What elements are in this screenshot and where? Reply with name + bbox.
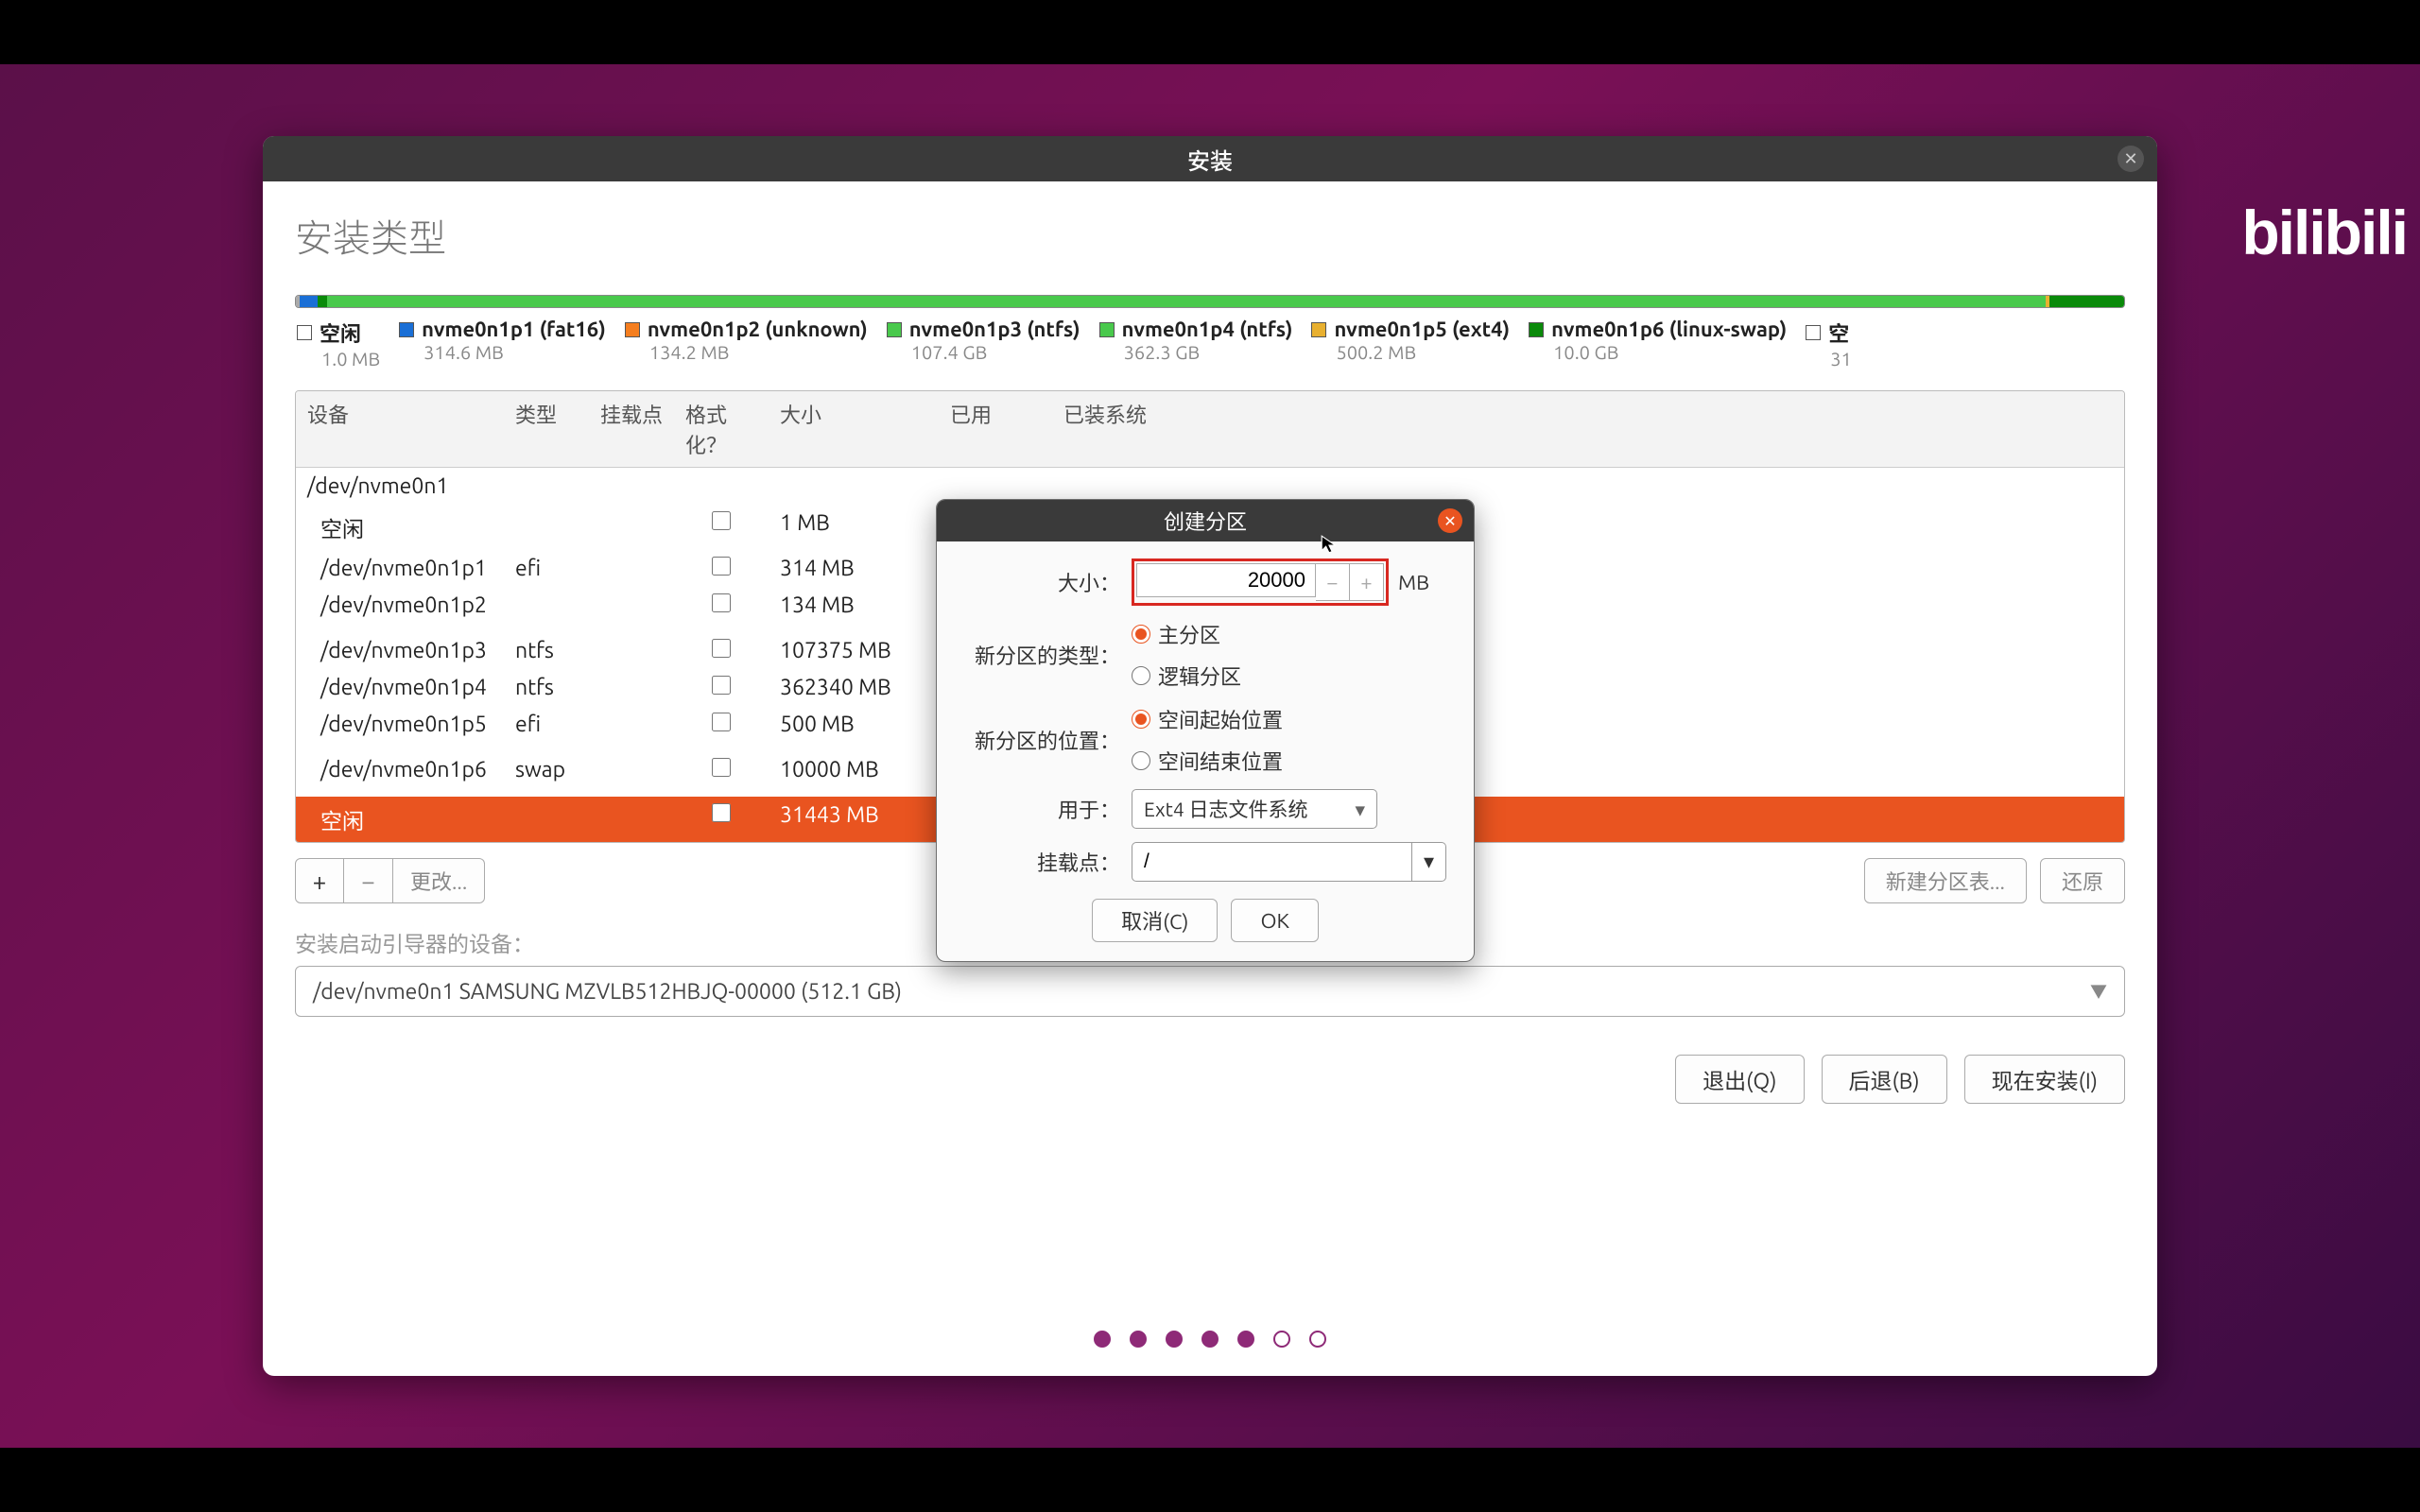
new-partition-table-button[interactable]: 新建分区表...: [1864, 858, 2027, 903]
chevron-down-icon: ▾: [1424, 850, 1434, 874]
format-checkbox[interactable]: [712, 803, 731, 822]
use-as-label: 用于：: [959, 794, 1120, 824]
radio-loc-begin-label: 空间起始位置: [1158, 704, 1283, 734]
format-checkbox[interactable]: [712, 676, 731, 695]
size-decrement-button[interactable]: −: [1316, 563, 1350, 601]
partition-segment: [729, 296, 2045, 307]
radio-logical[interactable]: 逻辑分区: [1132, 661, 1241, 691]
format-checkbox[interactable]: [712, 639, 731, 658]
col-type: 类型: [504, 391, 589, 467]
dialog-titlebar: 创建分区 ✕: [937, 500, 1474, 541]
letterbox-top: [0, 0, 2420, 64]
quit-button[interactable]: 退出(Q): [1675, 1055, 1804, 1104]
partition-segment: [300, 296, 318, 307]
install-now-button[interactable]: 现在安装(I): [1964, 1055, 2125, 1104]
legend-item: nvme0n1p3 (ntfs)107.4 GB: [887, 318, 1080, 369]
create-partition-dialog: 创建分区 ✕ 大小： − + MB 新分区的类型：: [936, 499, 1475, 962]
bilibili-watermark: bilibili: [2241, 197, 2407, 268]
size-increment-button[interactable]: +: [1350, 563, 1384, 601]
pager-dot: [1201, 1331, 1219, 1348]
legend-item: nvme0n1p2 (unknown)134.2 MB: [625, 318, 868, 369]
col-size: 大小: [769, 391, 939, 467]
dialog-cancel-button[interactable]: 取消(C): [1092, 899, 1218, 942]
window-titlebar: 安装 ✕: [263, 136, 2157, 181]
col-mount: 挂载点: [589, 391, 674, 467]
window-title: 安装: [1187, 143, 1233, 176]
partition-segment: [327, 296, 729, 307]
bootloader-value: /dev/nvme0n1 SAMSUNG MZVLB512HBJQ-00000 …: [313, 980, 902, 1004]
radio-primary[interactable]: 主分区: [1132, 619, 1220, 649]
col-format: 格式化？: [674, 391, 769, 467]
use-as-value: Ext4 日志文件系统: [1144, 795, 1308, 823]
back-button[interactable]: 后退(B): [1822, 1055, 1947, 1104]
pager-dot: [1273, 1331, 1290, 1348]
chevron-down-icon: ▼: [2090, 979, 2107, 1004]
size-label: 大小：: [959, 567, 1120, 597]
format-checkbox[interactable]: [712, 557, 731, 576]
radio-logical-input[interactable]: [1132, 666, 1150, 685]
add-partition-button[interactable]: +: [295, 858, 344, 903]
size-unit: MB: [1398, 571, 1429, 594]
size-input[interactable]: [1136, 563, 1316, 597]
mount-point-label: 挂载点：: [959, 847, 1120, 877]
chevron-down-icon: ▾: [1355, 798, 1365, 821]
dialog-ok-button[interactable]: OK: [1231, 899, 1318, 942]
dialog-title: 创建分区: [1164, 506, 1247, 536]
format-checkbox[interactable]: [712, 593, 731, 612]
radio-primary-label: 主分区: [1158, 619, 1220, 649]
partition-type-label: 新分区的类型：: [959, 640, 1120, 670]
col-used: 已用: [939, 391, 1052, 467]
footer-buttons: 退出(Q) 后退(B) 现在安装(I): [295, 1055, 2125, 1104]
pager-dot: [1130, 1331, 1147, 1348]
pager-dot: [1094, 1331, 1111, 1348]
change-partition-button[interactable]: 更改...: [393, 858, 485, 903]
radio-primary-input[interactable]: [1132, 625, 1150, 644]
letterbox-bottom: [0, 1448, 2420, 1512]
pager-dot: [1237, 1331, 1254, 1348]
use-as-select[interactable]: Ext4 日志文件系统 ▾: [1132, 789, 1377, 829]
radio-loc-end-input[interactable]: [1132, 751, 1150, 770]
pager-dot: [1166, 1331, 1183, 1348]
radio-loc-end[interactable]: 空间结束位置: [1132, 746, 1283, 776]
partition-location-label: 新分区的位置：: [959, 725, 1120, 755]
desktop-background: bilibili 安装 ✕ 安装类型 空闲1.0 MBnvme0n1p1 (fa…: [0, 64, 2420, 1448]
legend-item: nvme0n1p1 (fat16)314.6 MB: [399, 318, 606, 369]
partition-segment: [2085, 296, 2124, 307]
format-checkbox[interactable]: [712, 713, 731, 731]
pager-dot: [1309, 1331, 1326, 1348]
page-title: 安装类型: [291, 208, 2129, 263]
legend-item: nvme0n1p4 (ntfs)362.3 GB: [1099, 318, 1293, 369]
col-system: 已装系统: [1052, 391, 2124, 467]
bootloader-select[interactable]: /dev/nvme0n1 SAMSUNG MZVLB512HBJQ-00000 …: [295, 966, 2125, 1017]
progress-pager: [291, 1293, 2129, 1357]
legend-item: nvme0n1p5 (ext4)500.2 MB: [1311, 318, 1510, 369]
radio-loc-begin-input[interactable]: [1132, 710, 1150, 729]
legend-item: nvme0n1p6 (linux-swap)10.0 GB: [1529, 318, 1787, 369]
revert-button[interactable]: 还原: [2040, 858, 2125, 903]
partition-bar: 空闲1.0 MB nvme0n1p1 (fat16)314.6 MB nvme0n1…: [295, 295, 2125, 369]
size-spinbox: − +: [1132, 558, 1389, 606]
dialog-close-button[interactable]: ✕: [1438, 508, 1462, 533]
mount-point-dropdown-button[interactable]: ▾: [1412, 842, 1446, 882]
mount-point-input[interactable]: [1144, 850, 1400, 873]
radio-loc-begin[interactable]: 空间起始位置: [1132, 704, 1283, 734]
format-checkbox[interactable]: [712, 511, 731, 530]
radio-logical-label: 逻辑分区: [1158, 661, 1241, 691]
col-device: 设备: [296, 391, 504, 467]
format-checkbox[interactable]: [712, 758, 731, 777]
radio-loc-end-label: 空间结束位置: [1158, 746, 1283, 776]
mount-point-combo[interactable]: [1132, 842, 1412, 882]
legend-item: 空31: [1806, 318, 1852, 369]
window-close-button[interactable]: ✕: [2118, 146, 2144, 172]
table-header: 设备 类型 挂载点 格式化？ 大小 已用 已装系统: [296, 391, 2124, 468]
partition-segment: [318, 296, 327, 307]
partition-segment: [2049, 296, 2086, 307]
remove-partition-button[interactable]: −: [344, 858, 393, 903]
legend-item: 空闲1.0 MB: [297, 318, 380, 369]
